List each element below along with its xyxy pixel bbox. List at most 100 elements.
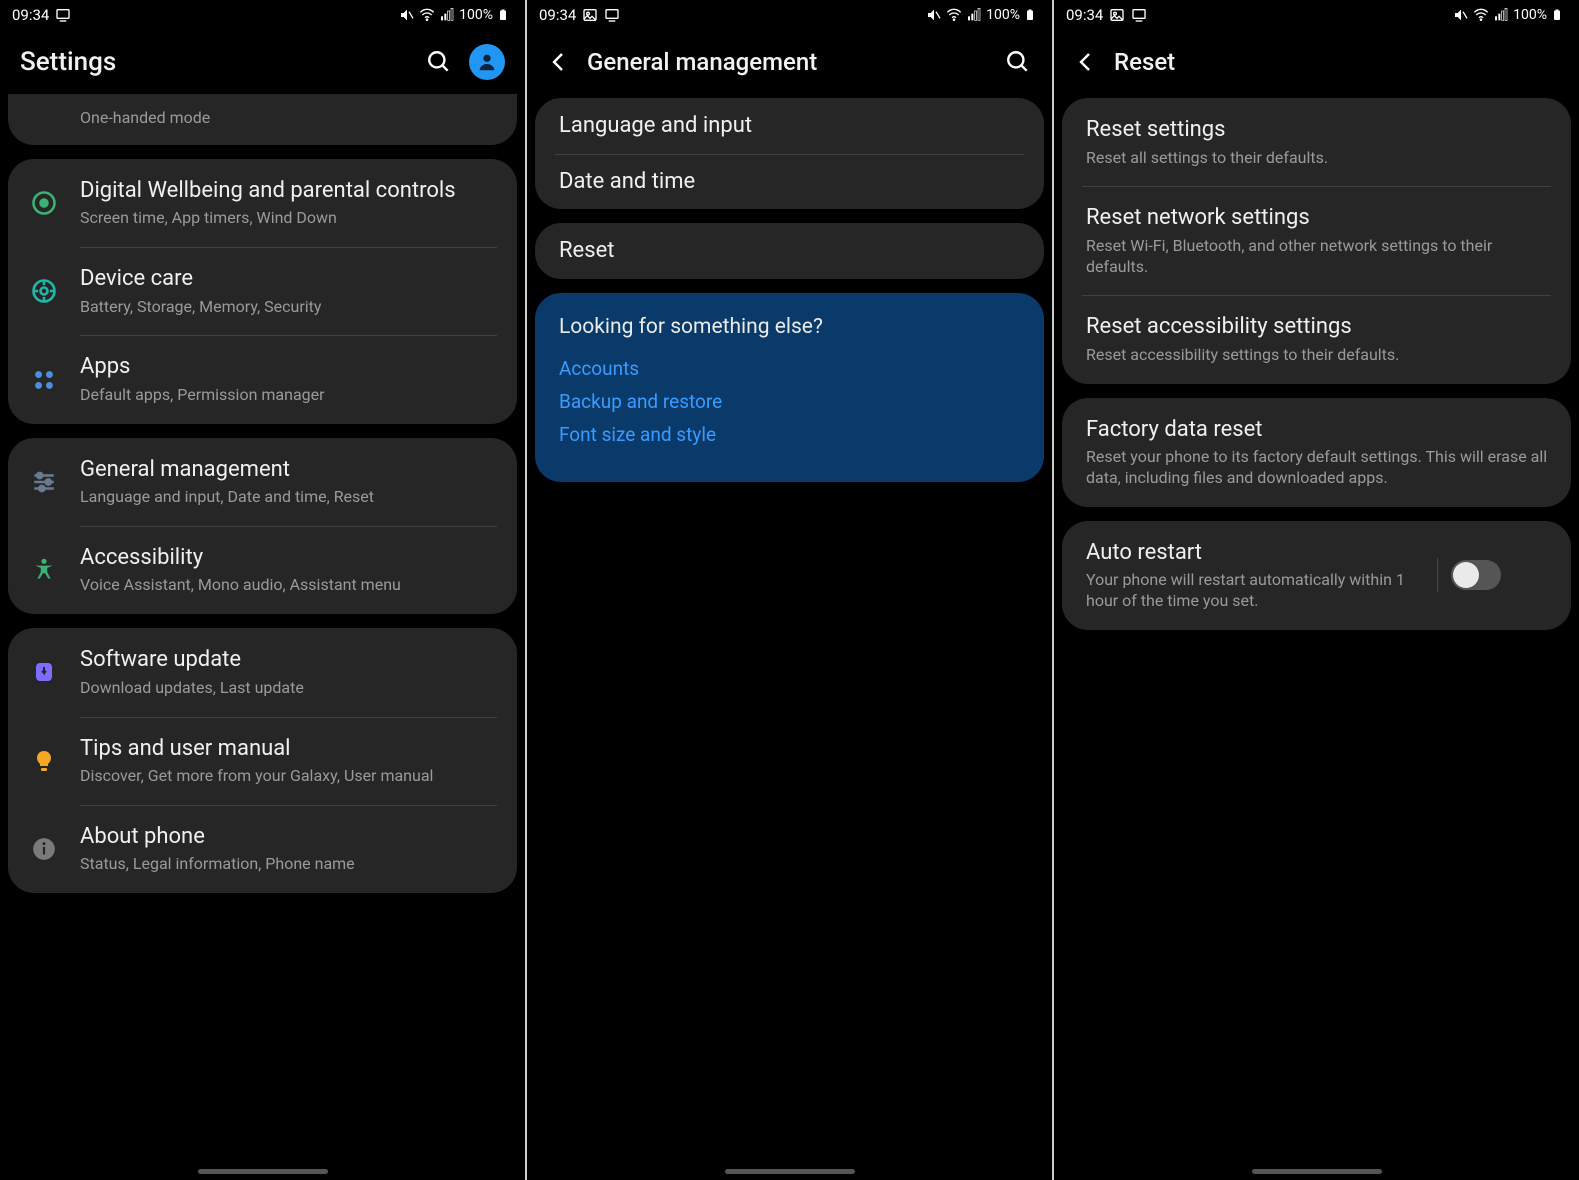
settings-item-general-management[interactable]: General management Language and input, D… [8, 438, 517, 526]
link-backup-restore[interactable]: Backup and restore [559, 390, 1020, 413]
item-subtitle: Reset all settings to their defaults. [1086, 148, 1551, 169]
item-title: Language and input [559, 112, 1024, 140]
settings-item-one-handed[interactable]: One-handed mode [8, 94, 517, 145]
status-bar: 09:34 100% [527, 0, 1052, 30]
item-subtitle: Voice Assistant, Mono audio, Assistant m… [80, 575, 497, 596]
reset-screen: 09:34 100% Reset Reset sett [1054, 0, 1579, 1180]
item-subtitle: Discover, Get more from your Galaxy, Use… [80, 766, 497, 787]
back-button[interactable] [1074, 50, 1098, 74]
app-bar: General management [527, 30, 1052, 94]
settings-item-device-care[interactable]: Device care Battery, Storage, Memory, Se… [8, 247, 517, 335]
image-icon [1109, 7, 1125, 23]
update-icon [28, 656, 60, 688]
item-title: Auto restart [1086, 539, 1421, 567]
back-button[interactable] [547, 50, 571, 74]
general-management-screen: 09:34 100% General management [527, 0, 1052, 1180]
item-subtitle: Screen time, App timers, Wind Down [80, 208, 497, 229]
link-accounts[interactable]: Accounts [559, 357, 1020, 380]
account-avatar[interactable] [469, 44, 505, 80]
item-title: Tips and user manual [80, 735, 497, 763]
looking-for-card: Looking for something else? Accounts Bac… [535, 293, 1044, 482]
sliders-icon [28, 466, 60, 498]
battery-icon [1024, 7, 1040, 23]
item-subtitle: One-handed mode [80, 108, 497, 129]
looking-title: Looking for something else? [559, 315, 1020, 339]
item-title: Reset network settings [1086, 204, 1551, 232]
home-indicator[interactable] [1252, 1169, 1382, 1174]
cast-icon [1131, 7, 1147, 23]
settings-screen: 09:34 100% Settings [0, 0, 525, 1180]
wifi-icon [1473, 7, 1489, 23]
status-bar: 09:34 100% [0, 0, 525, 30]
item-subtitle: Download updates, Last update [80, 678, 497, 699]
page-title: Reset [1114, 48, 1559, 76]
home-indicator[interactable] [725, 1169, 855, 1174]
page-title: Settings [20, 47, 409, 77]
signal-icon [966, 7, 982, 23]
item-subtitle: Your phone will restart automatically wi… [1086, 570, 1421, 612]
item-subtitle: Status, Legal information, Phone name [80, 854, 497, 875]
item-subtitle: Default apps, Permission manager [80, 385, 497, 406]
mute-icon [399, 7, 415, 23]
settings-item-tips[interactable]: Tips and user manual Discover, Get more … [8, 717, 517, 805]
bulb-icon [28, 745, 60, 777]
status-bar: 09:34 100% [1054, 0, 1579, 30]
image-icon [582, 7, 598, 23]
item-title: Date and time [559, 168, 1024, 196]
link-font-size-style[interactable]: Font size and style [559, 423, 1020, 446]
accessibility-icon [28, 554, 60, 586]
item-date-time[interactable]: Date and time [535, 154, 1044, 210]
item-title: Reset accessibility settings [1086, 313, 1551, 341]
item-subtitle: Reset accessibility settings to their de… [1086, 345, 1551, 366]
item-title: Software update [80, 646, 497, 674]
item-reset-accessibility[interactable]: Reset accessibility settings Reset acces… [1062, 295, 1571, 383]
item-title: Digital Wellbeing and parental controls [80, 177, 497, 205]
item-title: General management [80, 456, 497, 484]
signal-icon [1493, 7, 1509, 23]
item-subtitle: Reset your phone to its factory default … [1086, 447, 1551, 489]
battery-icon [497, 7, 513, 23]
device-care-icon [28, 275, 60, 307]
battery-pct: 100% [459, 7, 493, 23]
wellbeing-icon [28, 187, 60, 219]
apps-icon [28, 364, 60, 396]
battery-pct: 100% [1513, 7, 1547, 23]
wifi-icon [946, 7, 962, 23]
settings-item-software-update[interactable]: Software update Download updates, Last u… [8, 628, 517, 716]
item-reset-network[interactable]: Reset network settings Reset Wi-Fi, Blue… [1062, 186, 1571, 295]
cast-icon [604, 7, 620, 23]
app-bar: Reset [1054, 30, 1579, 94]
search-button[interactable] [425, 48, 453, 76]
page-title: General management [587, 48, 988, 76]
clock: 09:34 [1066, 6, 1103, 24]
mute-icon [926, 7, 942, 23]
item-title: Reset settings [1086, 116, 1551, 144]
item-title: About phone [80, 823, 497, 851]
item-title: Reset [559, 237, 1024, 265]
search-button[interactable] [1004, 48, 1032, 76]
clock: 09:34 [539, 6, 576, 24]
item-reset[interactable]: Reset [535, 223, 1044, 279]
item-subtitle: Battery, Storage, Memory, Security [80, 297, 497, 318]
settings-item-apps[interactable]: Apps Default apps, Permission manager [8, 335, 517, 423]
battery-icon [1551, 7, 1567, 23]
auto-restart-toggle[interactable] [1451, 560, 1501, 590]
item-factory-reset[interactable]: Factory data reset Reset your phone to i… [1062, 398, 1571, 507]
signal-icon [439, 7, 455, 23]
item-subtitle: Language and input, Date and time, Reset [80, 487, 497, 508]
settings-item-about[interactable]: About phone Status, Legal information, P… [8, 805, 517, 893]
settings-item-accessibility[interactable]: Accessibility Voice Assistant, Mono audi… [8, 526, 517, 614]
battery-pct: 100% [986, 7, 1020, 23]
settings-item-wellbeing[interactable]: Digital Wellbeing and parental controls … [8, 159, 517, 247]
cast-icon [55, 7, 71, 23]
clock: 09:34 [12, 6, 49, 24]
item-title: Apps [80, 353, 497, 381]
app-bar: Settings [0, 30, 525, 94]
item-auto-restart[interactable]: Auto restart Your phone will restart aut… [1062, 521, 1571, 630]
home-indicator[interactable] [198, 1169, 328, 1174]
item-title: Device care [80, 265, 497, 293]
mute-icon [1453, 7, 1469, 23]
item-language-input[interactable]: Language and input [535, 98, 1044, 154]
item-reset-settings[interactable]: Reset settings Reset all settings to the… [1062, 98, 1571, 186]
item-title: Factory data reset [1086, 416, 1551, 444]
